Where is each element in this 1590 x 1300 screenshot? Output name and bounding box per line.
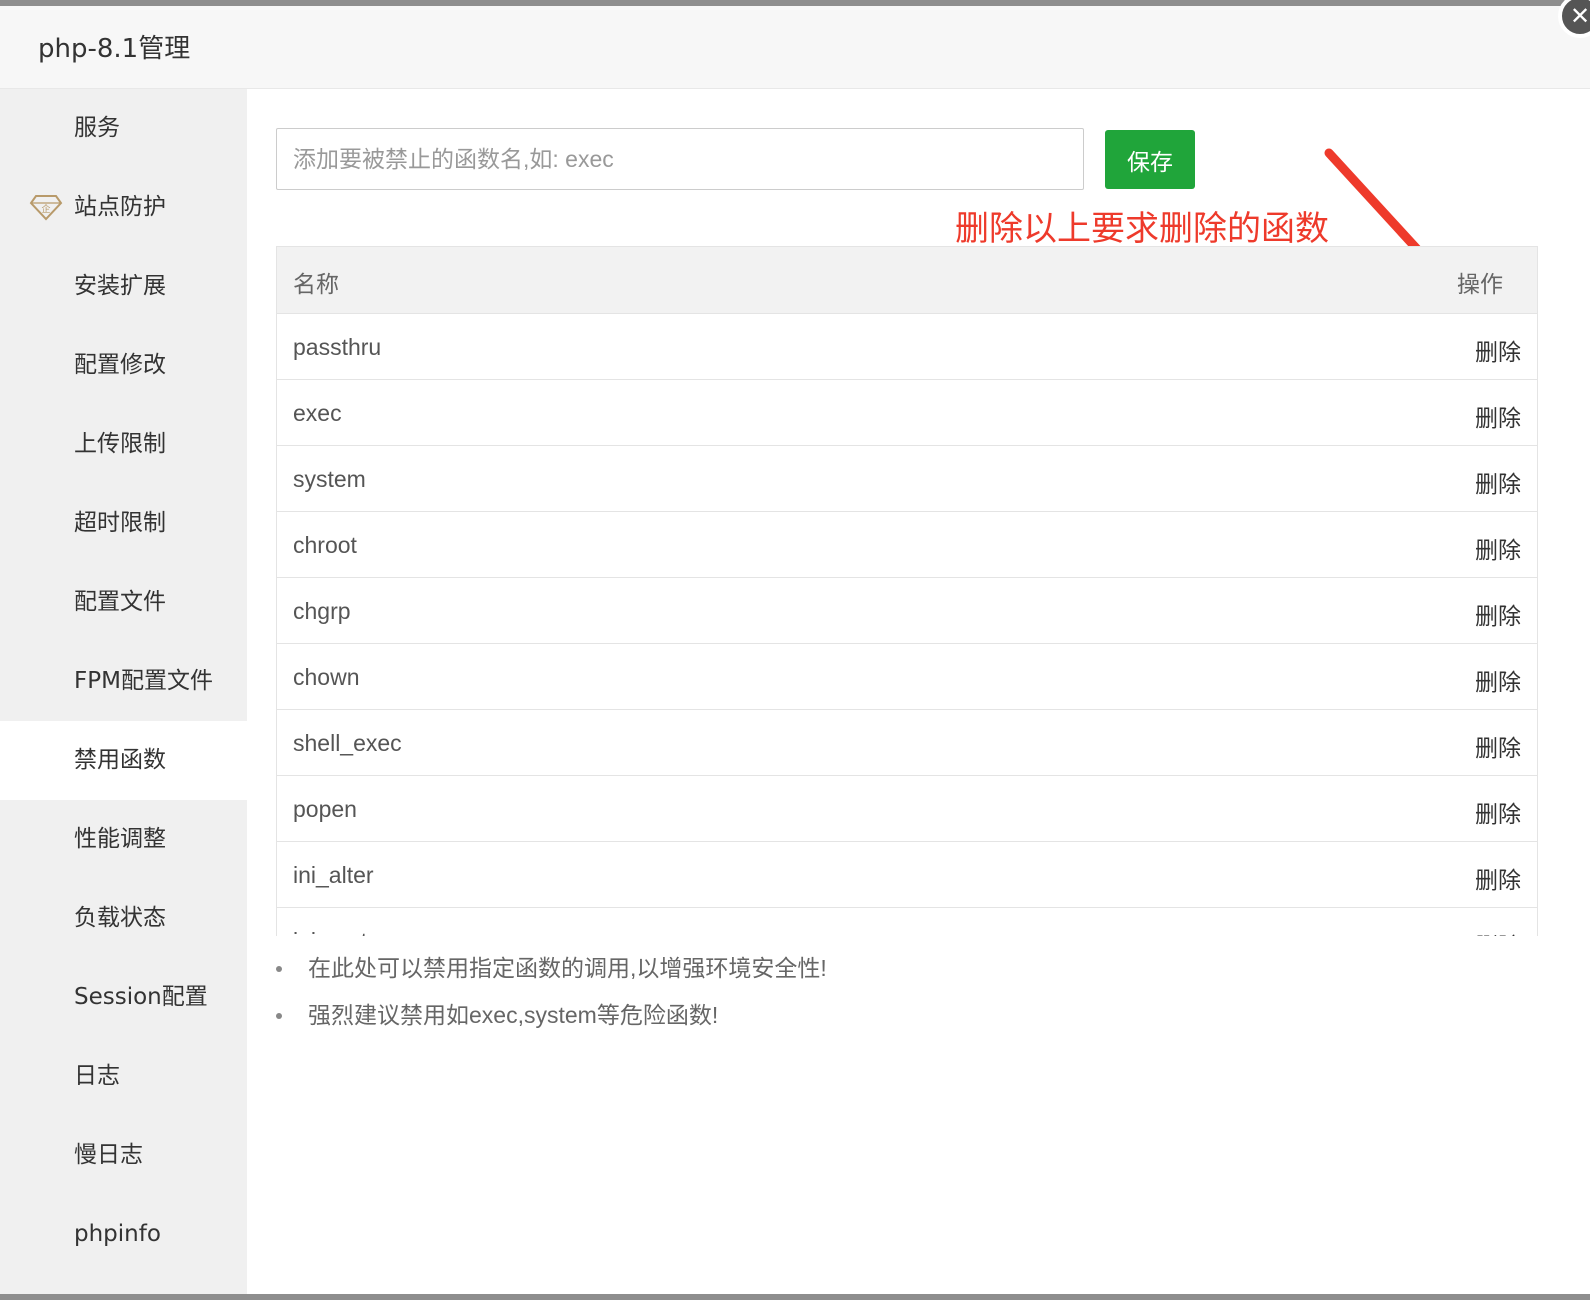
function-name: popen	[293, 796, 357, 822]
help-tips: 在此处可以禁用指定函数的调用,以增强环境安全性! 强烈建议禁用如exec,sys…	[276, 947, 827, 1041]
close-icon: ✕	[1570, 2, 1590, 30]
delete-link[interactable]: 删除	[1475, 399, 1521, 433]
sidebar-item-label: 上传限制	[74, 431, 166, 457]
table-row: ini_alter 删除	[277, 842, 1537, 908]
sidebar-item-label: 配置文件	[74, 589, 166, 615]
delete-link[interactable]: 删除	[1475, 465, 1521, 499]
table-row: ini_restore 删除	[277, 908, 1537, 936]
sidebar-item-label: 安装扩展	[74, 273, 166, 299]
sidebar-item-label: 配置修改	[74, 352, 166, 378]
table-row: popen 删除	[277, 776, 1537, 842]
sidebar-item-performance-tuning[interactable]: 性能调整	[0, 800, 247, 879]
delete-link[interactable]: 删除	[1475, 861, 1521, 895]
table-row: system 删除	[277, 446, 1537, 512]
sidebar-item-load-status[interactable]: 负载状态	[0, 879, 247, 958]
table-row: shell_exec 删除	[277, 710, 1537, 776]
function-name: exec	[293, 400, 342, 426]
table-row: chgrp 删除	[277, 578, 1537, 644]
delete-link[interactable]: 删除	[1475, 597, 1521, 631]
sidebar-item-upload-limit[interactable]: 上传限制	[0, 405, 247, 484]
sidebar-item-session-config[interactable]: Session配置	[0, 958, 247, 1037]
sidebar-item-log[interactable]: 日志	[0, 1037, 247, 1116]
table-row: chown 删除	[277, 644, 1537, 710]
dialog-title: php-8.1管理	[38, 34, 191, 64]
sidebar-item-install-extension[interactable]: 安装扩展	[0, 247, 247, 326]
function-name-input[interactable]	[276, 128, 1084, 190]
delete-link[interactable]: 删除	[1475, 531, 1521, 565]
sidebar-item-label: phpinfo	[74, 1221, 161, 1247]
sidebar-item-label: 服务	[74, 115, 120, 141]
sidebar-item-label: 站点防护	[74, 194, 166, 220]
delete-link[interactable]: 删除	[1475, 729, 1521, 763]
sidebar-item-label: 超时限制	[74, 510, 166, 536]
sidebar: 服务 企 站点防护 安装扩展 配置修改 上传限制 超时限制 配置文件 FPM配置…	[0, 89, 247, 1294]
sidebar-item-slow-log[interactable]: 慢日志	[0, 1116, 247, 1195]
sidebar-item-label: 日志	[74, 1063, 120, 1089]
sidebar-item-config-file[interactable]: 配置文件	[0, 563, 247, 642]
function-name: shell_exec	[293, 730, 402, 756]
delete-link[interactable]: 删除	[1475, 663, 1521, 697]
function-name: ini_alter	[293, 862, 374, 888]
sidebar-item-label: 慢日志	[74, 1142, 143, 1168]
annotation-text: 删除以上要求删除的函数	[955, 209, 1329, 249]
function-name: system	[293, 466, 366, 492]
table-row: exec 删除	[277, 380, 1537, 446]
disabled-functions-table[interactable]: 名称 操作 passthru 删除 exec 删除 system 删除 chro…	[276, 246, 1538, 936]
column-header-name: 名称	[293, 272, 339, 298]
sidebar-item-fpm-config-file[interactable]: FPM配置文件	[0, 642, 247, 721]
save-button[interactable]: 保存	[1105, 130, 1195, 189]
sidebar-item-site-protection[interactable]: 企 站点防护	[0, 168, 247, 247]
tip-item: 在此处可以禁用指定函数的调用,以增强环境安全性!	[276, 947, 827, 994]
table-row: chroot 删除	[277, 512, 1537, 578]
dialog-header: php-8.1管理	[0, 6, 1590, 89]
table-row: passthru 删除	[277, 314, 1537, 380]
main-content: 保存 删除以上要求删除的函数 名称 操作 passthru 删除 exec 删除…	[247, 89, 1590, 1294]
function-name: ini_restore	[293, 928, 400, 936]
sidebar-item-label: Session配置	[74, 984, 208, 1010]
php-manager-dialog: php-8.1管理 ✕ 服务 企 站点防护 安装扩展 配置修改 上传限制 超时限…	[0, 0, 1590, 1294]
function-name: chgrp	[293, 598, 351, 624]
function-name: passthru	[293, 334, 382, 360]
table-header: 名称 操作	[277, 247, 1537, 314]
sidebar-item-service[interactable]: 服务	[0, 89, 247, 168]
sidebar-item-label: FPM配置文件	[74, 668, 213, 694]
delete-link[interactable]: 删除	[1475, 333, 1521, 367]
function-name: chroot	[293, 532, 357, 558]
sidebar-item-phpinfo[interactable]: phpinfo	[0, 1195, 247, 1274]
column-header-operation: 操作	[1457, 272, 1503, 298]
sidebar-item-config-edit[interactable]: 配置修改	[0, 326, 247, 405]
sidebar-item-label: 禁用函数	[74, 747, 166, 773]
tip-item: 强烈建议禁用如exec,system等危险函数!	[276, 994, 827, 1041]
svg-text:企: 企	[41, 203, 50, 215]
delete-link[interactable]: 删除	[1475, 795, 1521, 829]
sidebar-item-disabled-functions[interactable]: 禁用函数	[0, 721, 247, 800]
sidebar-item-label: 负载状态	[74, 905, 166, 931]
sidebar-item-timeout-limit[interactable]: 超时限制	[0, 484, 247, 563]
enterprise-diamond-icon: 企	[29, 195, 63, 221]
function-name: chown	[293, 664, 360, 690]
sidebar-item-label: 性能调整	[74, 826, 166, 852]
delete-link[interactable]: 删除	[1475, 927, 1521, 936]
